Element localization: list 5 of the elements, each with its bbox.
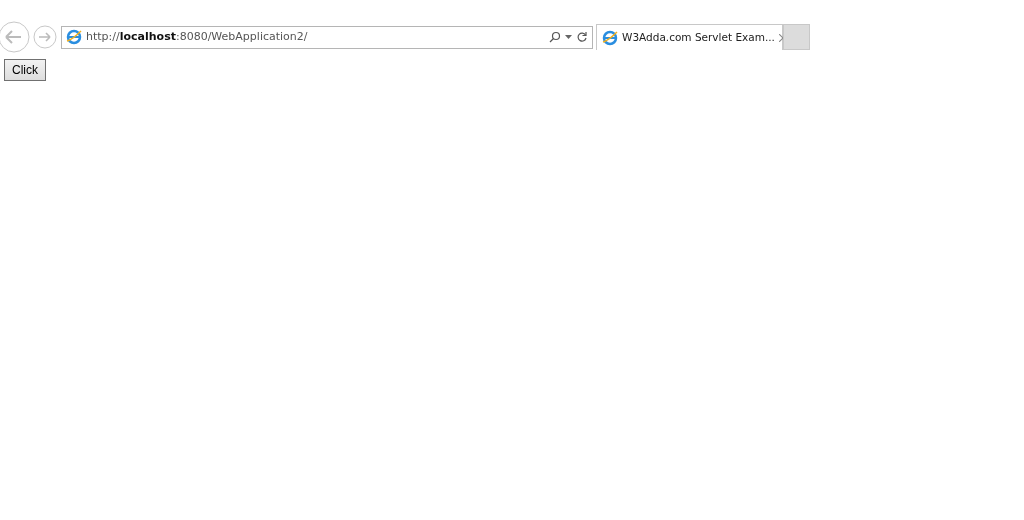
- click-button[interactable]: Click: [4, 59, 46, 81]
- browser-tab[interactable]: W3Adda.com Servlet Exam...: [596, 24, 783, 50]
- url-text: http://localhost:8080/WebApplication2/: [86, 28, 309, 45]
- address-bar[interactable]: http://localhost:8080/WebApplication2/: [61, 25, 593, 49]
- tab-title: W3Adda.com Servlet Exam...: [622, 29, 775, 45]
